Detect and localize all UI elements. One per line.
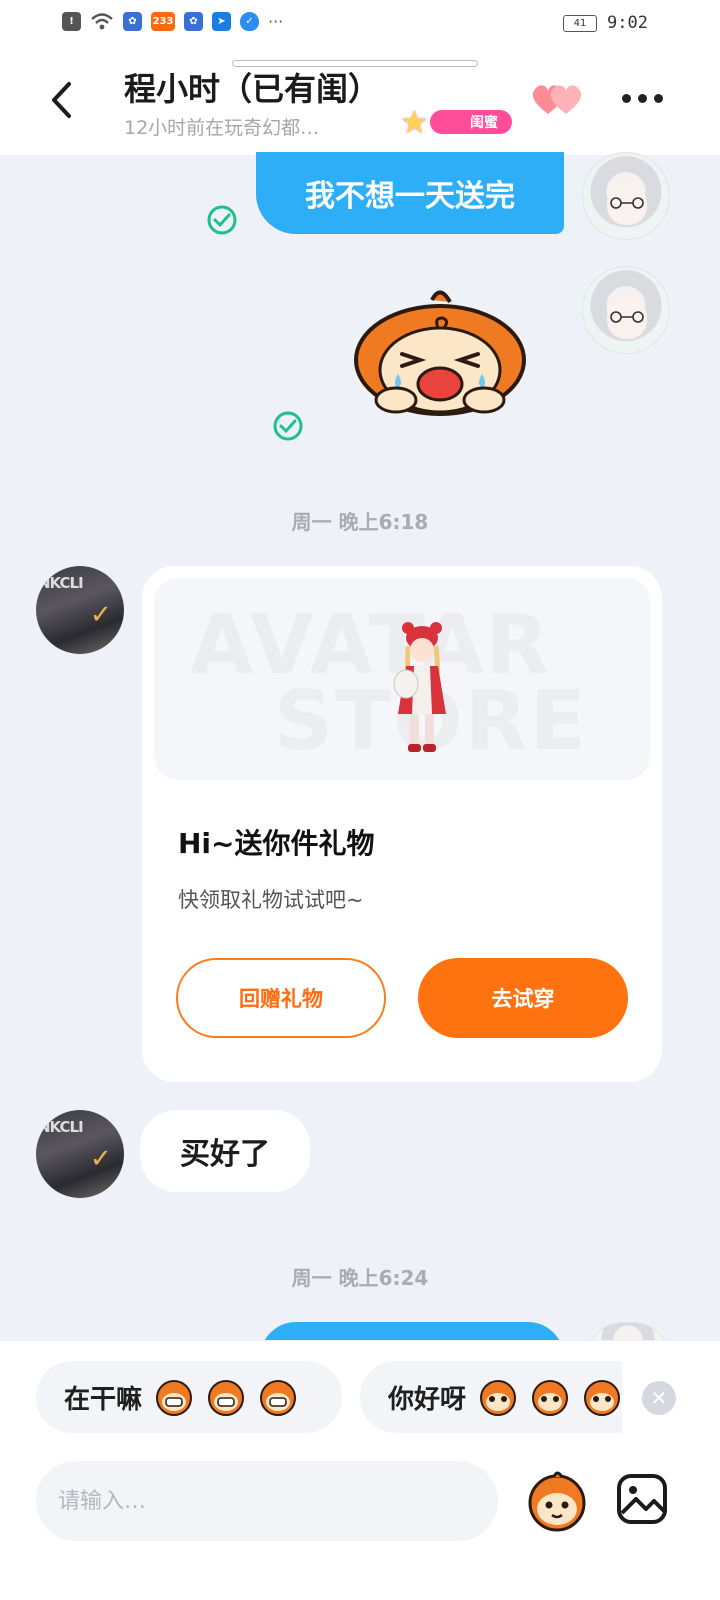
shield-icon: ✓	[240, 12, 259, 31]
back-icon	[52, 82, 71, 118]
timestamp: 周一 晚上6:24	[291, 1266, 429, 1290]
avatar-brand-text: NKCLI	[38, 1118, 84, 1136]
relation-badge[interactable]: 闺蜜 ★	[400, 105, 512, 139]
clock: 9:02	[607, 13, 648, 33]
return-gift-button[interactable]: 回赠礼物	[176, 958, 386, 1038]
quick-reply-chip[interactable]: 你好呀	[360, 1361, 622, 1433]
quick-reply-text: 在干嘛	[64, 1384, 143, 1415]
my-avatar[interactable]	[582, 266, 670, 354]
status-bar: ! ✿ 233 ✿ ➤ ✓ ··· 41 9:02	[0, 0, 720, 50]
message-bubble-friend[interactable]: 买好了	[140, 1110, 310, 1192]
read-check-icon	[207, 205, 237, 235]
more-button[interactable]	[622, 88, 666, 108]
battery-level: 41	[573, 17, 587, 29]
friend-avatar[interactable]: NKCLI ✓	[36, 1110, 124, 1198]
contact-status: 12小时前在玩奇幻都…	[124, 117, 320, 139]
read-check-icon	[273, 411, 303, 441]
try-on-button[interactable]: 去试穿	[418, 958, 628, 1038]
quick-reply-chip[interactable]: 在干嘛	[36, 1361, 342, 1433]
gift-preview[interactable]: AVATAR STORE	[154, 578, 650, 780]
close-quick-replies-button[interactable]: ✕	[642, 1381, 676, 1415]
quick-reply-text: 你好呀	[388, 1384, 467, 1415]
sim-alert-icon: !	[62, 12, 81, 31]
glasses-icon	[610, 311, 644, 323]
battery-icon: 41	[563, 14, 598, 32]
avatar-brand-text: NKCLI	[38, 574, 84, 592]
smile-emoji-icon	[584, 1380, 621, 1416]
hearts-icon	[532, 85, 582, 114]
gift-description: 快领取礼物试试吧~	[178, 888, 364, 912]
star-icon: ★	[400, 103, 429, 141]
gift-card[interactable]: AVATAR STORE Hi~送你件礼物 快领取礼物试试吧~ 回赠礼物 去试穿	[142, 566, 662, 1082]
more-icon	[622, 93, 631, 103]
app-233-icon: 233	[151, 12, 175, 31]
baidu-icon: ✿	[123, 12, 142, 31]
grin-emoji-icon	[260, 1380, 297, 1416]
smile-emoji-icon	[480, 1380, 517, 1416]
back-button[interactable]	[40, 78, 84, 122]
relation-badge-label: 闺蜜	[430, 110, 512, 134]
grin-emoji-icon	[208, 1380, 245, 1416]
friend-avatar[interactable]: NKCLI ✓	[36, 566, 124, 654]
mascot-icon[interactable]	[524, 1467, 590, 1533]
wifi-icon	[91, 13, 113, 30]
chat-header: 程小时（已有闺） 12小时前在玩奇幻都… 闺蜜 ★	[0, 50, 720, 155]
crying-sticker[interactable]	[350, 288, 530, 418]
more-notifications-icon: ···	[268, 12, 284, 31]
glasses-icon	[610, 197, 644, 209]
baidu-icon-2: ✿	[184, 12, 203, 31]
composer: 在干嘛 你好呀 ✕	[0, 1340, 720, 1600]
message-input[interactable]	[36, 1461, 498, 1541]
my-avatar[interactable]	[582, 152, 670, 240]
message-bubble-me[interactable]: 我不想一天送完	[256, 152, 564, 234]
image-icon[interactable]	[614, 1471, 670, 1527]
timestamp: 周一 晚上6:18	[291, 510, 429, 534]
smile-emoji-icon	[532, 1380, 569, 1416]
close-icon: ✕	[650, 1386, 668, 1410]
avatar-outfit-image	[393, 622, 446, 752]
bookmark-app-icon: ➤	[212, 12, 231, 31]
gift-title: Hi~送你件礼物	[178, 827, 375, 860]
intimacy-button[interactable]	[528, 80, 586, 120]
grin-emoji-icon	[156, 1380, 193, 1416]
contact-name[interactable]: 程小时（已有闺）	[124, 64, 380, 110]
